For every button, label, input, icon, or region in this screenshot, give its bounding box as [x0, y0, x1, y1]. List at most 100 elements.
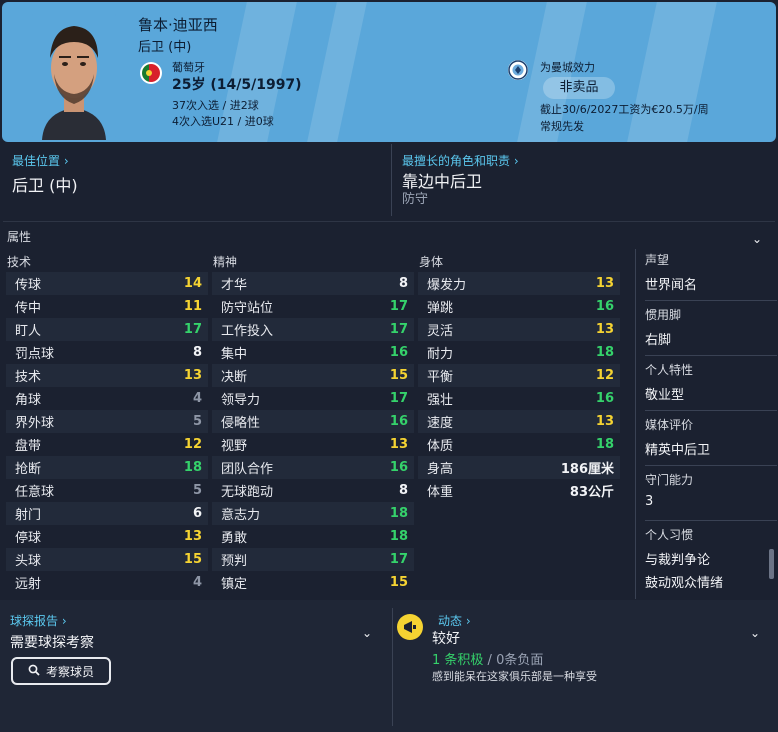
- attribute-row[interactable]: 传中 11: [6, 295, 208, 318]
- attribute-row[interactable]: 侵略性 16: [212, 410, 414, 433]
- attribute-name: 身高: [427, 462, 454, 477]
- attribute-row[interactable]: 爆发力 13: [418, 272, 620, 295]
- attribute-row[interactable]: 领导力 17: [212, 387, 414, 410]
- attribute-row[interactable]: 镇定 15: [212, 571, 414, 594]
- transfer-status-badge[interactable]: 非卖品: [543, 77, 615, 99]
- attribute-value: 16: [389, 345, 408, 360]
- attribute-row[interactable]: 远射 4: [6, 571, 208, 594]
- attribute-row[interactable]: 预判 17: [212, 548, 414, 571]
- attribute-row[interactable]: 停球 13: [6, 525, 208, 548]
- attribute-name: 盯人: [15, 324, 42, 339]
- attribute-value: 16: [595, 299, 614, 314]
- dynamics-link[interactable]: 动态 ›: [438, 612, 471, 629]
- attribute-name: 任意球: [15, 485, 55, 500]
- attribute-row[interactable]: 技术 13: [6, 364, 208, 387]
- u21-caps: 4次入选U21 / 进0球: [172, 115, 274, 128]
- attribute-row[interactable]: 罚点球 8: [6, 341, 208, 364]
- physical-header: 身体: [419, 255, 444, 269]
- attribute-row[interactable]: 速度 13: [418, 410, 620, 433]
- attribute-row[interactable]: 体重 83公斤: [418, 479, 620, 502]
- chevron-down-icon[interactable]: ⌄: [750, 626, 760, 640]
- attribute-name: 团队合作: [221, 462, 274, 477]
- attribute-row[interactable]: 无球跑动 8: [212, 479, 414, 502]
- scout-status: 需要球探考察: [10, 635, 94, 651]
- attribute-value: 17: [389, 322, 408, 337]
- attribute-row[interactable]: 头球 15: [6, 548, 208, 571]
- attribute-value: 15: [389, 575, 408, 590]
- attribute-row[interactable]: 视野 13: [212, 433, 414, 456]
- attribute-row[interactable]: 强壮 16: [418, 387, 620, 410]
- attribute-row[interactable]: 界外球 5: [6, 410, 208, 433]
- club-badge-icon[interactable]: [508, 60, 528, 80]
- attribute-name: 远射: [15, 577, 42, 592]
- scrollbar[interactable]: [769, 549, 774, 579]
- megaphone-icon: [397, 614, 423, 640]
- attribute-row[interactable]: 工作投入 17: [212, 318, 414, 341]
- attribute-name: 工作投入: [221, 324, 274, 339]
- attribute-row[interactable]: 角球 4: [6, 387, 208, 410]
- negative-count: 0条负面: [496, 653, 544, 668]
- attribute-value: 5: [192, 414, 202, 429]
- attribute-value: 186厘米: [560, 462, 614, 477]
- date-of-birth: (14/5/1997): [210, 77, 302, 93]
- attribute-row[interactable]: 抢断 18: [6, 456, 208, 479]
- attribute-value: 15: [389, 368, 408, 383]
- attribute-row[interactable]: 盯人 17: [6, 318, 208, 341]
- attribute-name: 视野: [221, 439, 248, 454]
- dynamics-value: 较好: [432, 631, 460, 647]
- portugal-flag-icon: [140, 62, 162, 84]
- attribute-row[interactable]: 任意球 5: [6, 479, 208, 502]
- attribute-name: 头球: [15, 554, 42, 569]
- attribute-row[interactable]: 耐力 18: [418, 341, 620, 364]
- positions-panel: 最佳位置 › 后卫 (中) 最擅长的角色和职责 › 靠边中后卫 防守: [0, 144, 778, 220]
- attribute-row[interactable]: 传球 14: [6, 272, 208, 295]
- divider: [392, 608, 393, 726]
- chevron-right-icon: ›: [60, 154, 69, 168]
- attribute-name: 传球: [15, 278, 42, 293]
- best-position-label: 最佳位置: [12, 154, 61, 168]
- attribute-row[interactable]: 决断 15: [212, 364, 414, 387]
- attribute-row[interactable]: 勇敢 18: [212, 525, 414, 548]
- attribute-row[interactable]: 弹跳 16: [418, 295, 620, 318]
- attribute-value: 16: [595, 391, 614, 406]
- attribute-row[interactable]: 才华 8: [212, 272, 414, 295]
- attribute-value: 8: [398, 483, 408, 498]
- best-role-link[interactable]: 最擅长的角色和职责 ›: [402, 152, 519, 169]
- age-value: 25岁: [172, 77, 206, 93]
- media-label: 媒体评价: [645, 418, 694, 432]
- attribute-name: 耐力: [427, 347, 454, 362]
- attribute-row[interactable]: 集中 16: [212, 341, 414, 364]
- attribute-value: 13: [389, 437, 408, 452]
- attribute-value: 83公斤: [569, 485, 614, 500]
- attribute-row[interactable]: 盘带 12: [6, 433, 208, 456]
- attribute-name: 才华: [221, 278, 248, 293]
- attribute-value: 17: [389, 552, 408, 567]
- header-stripe: [627, 2, 717, 142]
- attribute-name: 勇敢: [221, 531, 248, 546]
- chevron-down-icon[interactable]: ⌄: [362, 626, 372, 640]
- attribute-name: 无球跑动: [221, 485, 274, 500]
- attribute-row[interactable]: 平衡 12: [418, 364, 620, 387]
- best-role-label: 最擅长的角色和职责: [402, 154, 511, 168]
- attribute-name: 技术: [15, 370, 42, 385]
- scout-player-button[interactable]: 考察球员: [11, 657, 111, 685]
- attribute-name: 罚点球: [15, 347, 55, 362]
- attribute-value: 8: [192, 345, 202, 360]
- foot-value: 右脚: [645, 333, 672, 348]
- attribute-row[interactable]: 身高 186厘米: [418, 456, 620, 479]
- chevron-down-icon[interactable]: ⌄: [752, 232, 762, 246]
- attribute-value: 17: [389, 391, 408, 406]
- contract-info: 截止30/6/2027工资为€20.5万/周: [540, 103, 709, 116]
- habits-label: 个人习惯: [645, 528, 694, 542]
- reputation-label: 声望: [645, 253, 670, 267]
- attribute-row[interactable]: 射门 6: [6, 502, 208, 525]
- scout-report-link[interactable]: 球探报告 ›: [10, 612, 67, 629]
- attribute-row[interactable]: 防守站位 17: [212, 295, 414, 318]
- attribute-row[interactable]: 体质 18: [418, 433, 620, 456]
- best-position-link[interactable]: 最佳位置 ›: [12, 152, 69, 169]
- attribute-name: 盘带: [15, 439, 42, 454]
- attribute-row[interactable]: 意志力 18: [212, 502, 414, 525]
- attribute-name: 体重: [427, 485, 454, 500]
- attribute-row[interactable]: 灵活 13: [418, 318, 620, 341]
- attribute-row[interactable]: 团队合作 16: [212, 456, 414, 479]
